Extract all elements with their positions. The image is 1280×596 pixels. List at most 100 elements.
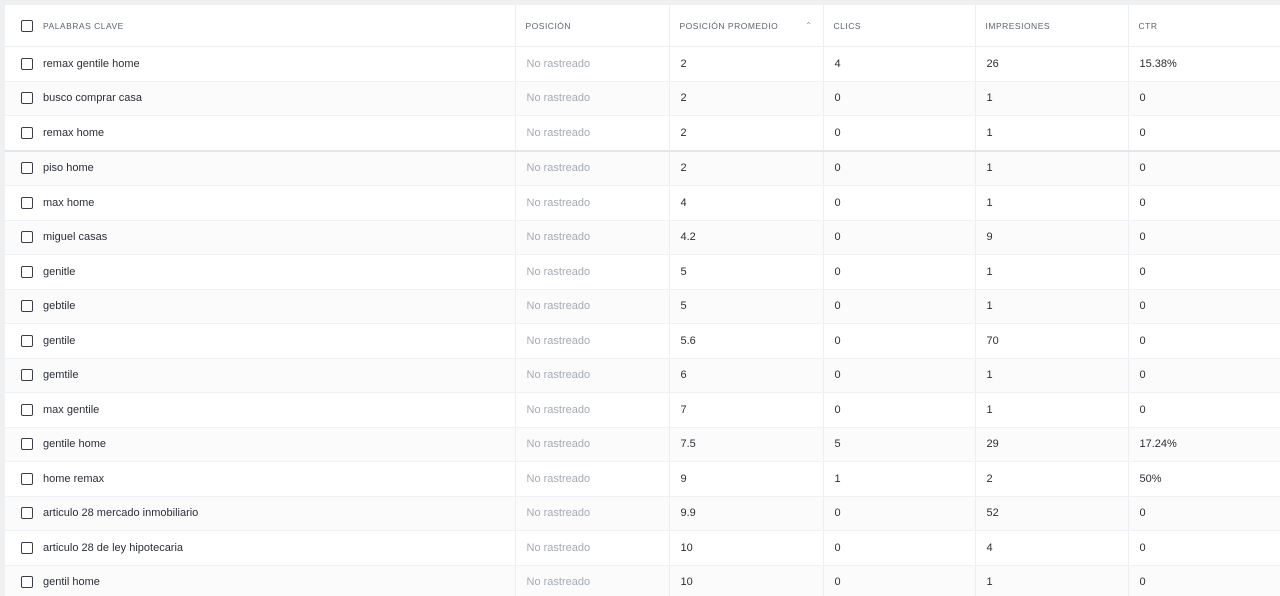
ctr-cell: 0 xyxy=(1128,358,1280,393)
position-cell: No rastreado xyxy=(515,254,670,290)
row-checkbox[interactable] xyxy=(21,231,33,244)
row-checkbox[interactable] xyxy=(21,300,33,313)
clicks-cell: 0 xyxy=(823,150,976,186)
clicks-cell: 1 xyxy=(823,461,976,497)
row-checkbox[interactable] xyxy=(21,507,33,520)
impressions-cell: 9 xyxy=(975,220,1129,255)
keyword-cell: articulo 28 de ley hipotecaria xyxy=(5,530,516,566)
ctr-cell-value: 0 xyxy=(1139,403,1146,416)
clicks-cell: 4 xyxy=(823,46,976,82)
avg-position-cell: 4 xyxy=(669,185,824,221)
clicks-cell-value: 0 xyxy=(834,507,841,520)
row-checkbox[interactable] xyxy=(21,576,33,589)
header-position[interactable]: POSICIÓN xyxy=(515,5,670,47)
position-cell: No rastreado xyxy=(515,46,670,82)
clicks-cell: 0 xyxy=(823,220,976,255)
chevron-up-icon[interactable]: ⌃ xyxy=(805,21,812,30)
avg-position-cell-value: 7 xyxy=(680,403,687,416)
keyword-label: remax home xyxy=(43,126,105,139)
row-checkbox[interactable] xyxy=(21,196,33,209)
keyword-label: genitle xyxy=(43,265,76,278)
clicks-cell-value: 0 xyxy=(834,196,841,209)
keyword-label: articulo 28 mercado inmobiliario xyxy=(43,507,199,520)
row-checkbox[interactable] xyxy=(21,369,33,382)
impressions-cell: 1 xyxy=(975,392,1129,428)
clicks-cell: 0 xyxy=(823,392,976,428)
position-cell-value: No rastreado xyxy=(526,369,591,382)
header-avg-position[interactable]: POSICIÓN PROMEDIO ⌃ xyxy=(669,5,824,47)
position-cell-value: No rastreado xyxy=(526,162,591,175)
row-checkbox[interactable] xyxy=(21,472,33,485)
table-row[interactable]: home remax No rastreado 9 1 2 50% xyxy=(5,461,1280,497)
ctr-cell-value: 15.38% xyxy=(1139,57,1177,70)
row-checkbox[interactable] xyxy=(21,92,33,105)
row-checkbox[interactable] xyxy=(21,403,33,416)
clicks-cell: 0 xyxy=(823,565,976,596)
ctr-cell-value: 0 xyxy=(1139,126,1146,139)
table-row[interactable]: miguel casas No rastreado 4.2 0 9 0 xyxy=(5,220,1280,255)
position-cell: No rastreado xyxy=(515,289,670,324)
position-cell: No rastreado xyxy=(515,392,670,428)
avg-position-cell: 2 xyxy=(669,46,824,82)
row-checkbox[interactable] xyxy=(21,126,33,139)
table-row[interactable]: remax home No rastreado 2 0 1 0 xyxy=(5,115,1280,152)
ctr-cell: 15.38% xyxy=(1128,46,1280,82)
table-row[interactable]: gemtile No rastreado 6 0 1 0 xyxy=(5,358,1280,393)
ctr-cell-value: 0 xyxy=(1139,369,1146,382)
keyword-cell: home remax xyxy=(5,461,516,497)
impressions-cell: 26 xyxy=(975,46,1129,82)
impressions-cell: 1 xyxy=(975,115,1129,152)
row-checkbox[interactable] xyxy=(21,334,33,347)
table-row[interactable]: articulo 28 mercado inmobiliario No rastr… xyxy=(5,496,1280,531)
keyword-cell: gentile home xyxy=(5,427,516,462)
ctr-cell: 50% xyxy=(1128,461,1280,497)
position-cell: No rastreado xyxy=(515,81,670,116)
keyword-label: miguel casas xyxy=(43,231,108,244)
keyword-label: max gentile xyxy=(43,403,100,416)
table-row[interactable]: genitle No rastreado 5 0 1 0 xyxy=(5,254,1280,290)
impressions-cell-value: 70 xyxy=(986,334,999,347)
table-row[interactable]: articulo 28 de ley hipotecaria No rastrea… xyxy=(5,530,1280,566)
ctr-cell-value: 0 xyxy=(1139,162,1146,175)
impressions-cell: 1 xyxy=(975,81,1129,116)
clicks-cell-value: 0 xyxy=(834,231,841,244)
row-checkbox[interactable] xyxy=(21,162,33,175)
impressions-cell: 70 xyxy=(975,323,1129,359)
header-impressions[interactable]: IMPRESIONES xyxy=(975,5,1129,47)
avg-position-cell-value: 5.6 xyxy=(680,334,696,347)
keyword-label: piso home xyxy=(43,162,94,175)
clicks-cell: 0 xyxy=(823,323,976,359)
row-checkbox[interactable] xyxy=(21,438,33,451)
avg-position-cell: 2 xyxy=(669,150,824,186)
header-ctr[interactable]: CTR xyxy=(1128,5,1280,47)
keyword-cell: max home xyxy=(5,185,516,221)
table-row[interactable]: piso home No rastreado 2 0 1 0 xyxy=(5,150,1280,186)
select-all-checkbox[interactable] xyxy=(21,19,33,32)
keyword-cell: remax home xyxy=(5,115,516,152)
avg-position-cell-value: 2 xyxy=(680,57,687,70)
avg-position-cell-value: 6 xyxy=(680,369,687,382)
header-clicks[interactable]: CLICS xyxy=(823,5,976,47)
table-row[interactable]: gentile No rastreado 5.6 0 70 0 xyxy=(5,323,1280,359)
clicks-cell-value: 0 xyxy=(834,162,841,175)
table-row[interactable]: max gentile No rastreado 7 0 1 0 xyxy=(5,392,1280,428)
impressions-cell-value: 4 xyxy=(986,541,993,554)
impressions-cell: 52 xyxy=(975,496,1129,531)
impressions-cell-value: 29 xyxy=(986,438,999,451)
ctr-cell-value: 0 xyxy=(1139,92,1146,105)
impressions-cell-value: 1 xyxy=(986,126,993,139)
header-keywords[interactable]: PALABRAS CLAVE xyxy=(5,5,516,47)
row-checkbox[interactable] xyxy=(21,265,33,278)
table-row[interactable]: gentile home No rastreado 7.5 5 29 17.24% xyxy=(5,427,1280,462)
position-cell-value: No rastreado xyxy=(526,231,591,244)
row-checkbox[interactable] xyxy=(21,541,33,554)
table-row[interactable]: gebtile No rastreado 5 0 1 0 xyxy=(5,289,1280,324)
header-ctr-label: CTR xyxy=(1138,20,1158,31)
table-row[interactable]: max home No rastreado 4 0 1 0 xyxy=(5,185,1280,221)
row-checkbox[interactable] xyxy=(21,57,33,70)
table-row[interactable]: gentil home No rastreado 10 0 1 0 xyxy=(5,565,1280,596)
table-row[interactable]: remax gentile home No rastreado 2 4 26 15.38% xyxy=(5,46,1280,82)
table-row[interactable]: busco comprar casa No rastreado 2 0 1 0 xyxy=(5,81,1280,116)
impressions-cell: 4 xyxy=(975,530,1129,566)
impressions-cell: 1 xyxy=(975,565,1129,596)
